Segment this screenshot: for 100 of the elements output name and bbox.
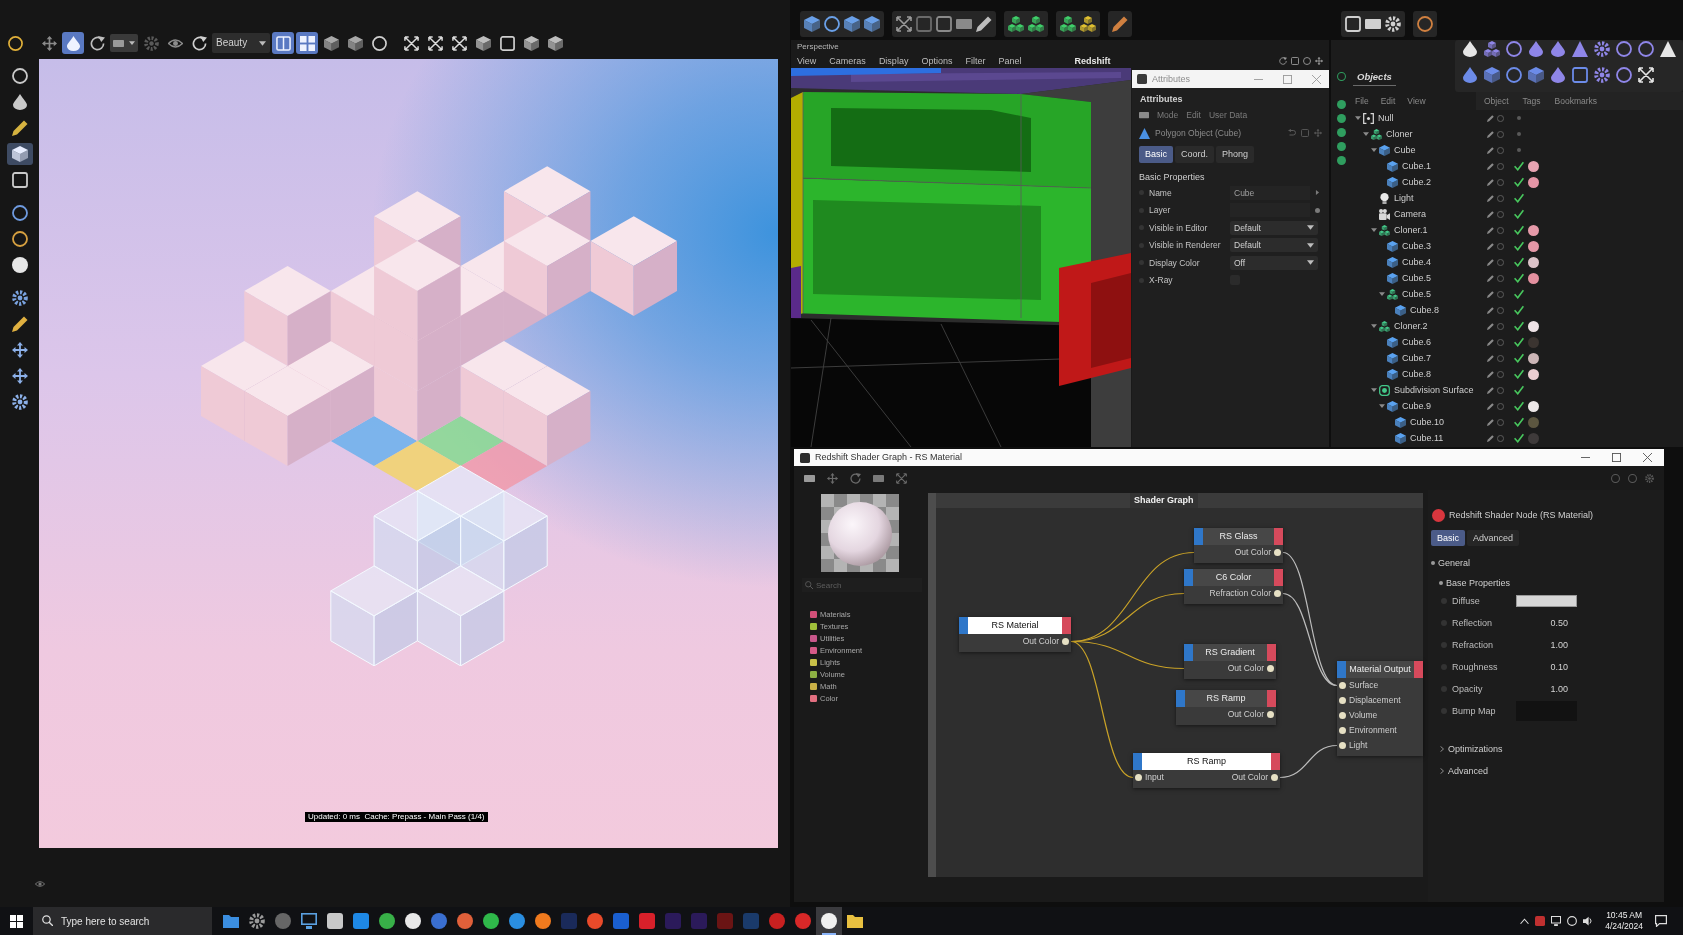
menu-item[interactable]: Edit xyxy=(1186,109,1201,121)
rotate-icon[interactable] xyxy=(850,472,861,484)
tool-button[interactable] xyxy=(296,32,318,54)
cube-icon[interactable] xyxy=(804,16,820,32)
rectangle-icon[interactable] xyxy=(804,472,815,484)
check-icon[interactable] xyxy=(1514,241,1524,251)
caret-down-icon[interactable] xyxy=(1371,323,1377,329)
port-icon[interactable] xyxy=(1339,712,1346,719)
tile-icon[interactable] xyxy=(717,913,733,929)
arrows-icon[interactable] xyxy=(896,16,912,32)
dropdown[interactable]: Default xyxy=(1230,238,1318,253)
square-icon[interactable] xyxy=(936,16,952,32)
clock-date[interactable]: 4/24/2024 xyxy=(1605,921,1643,932)
dot-icon[interactable] xyxy=(1336,100,1346,109)
caret-down-icon[interactable] xyxy=(1371,147,1377,153)
port-icon[interactable] xyxy=(1267,665,1274,672)
check-icon[interactable] xyxy=(1514,337,1524,347)
message-icon[interactable] xyxy=(1655,915,1667,927)
number-field[interactable]: 0.50 xyxy=(1516,617,1568,629)
number-field[interactable]: 1.00 xyxy=(1516,683,1568,695)
gear-icon[interactable] xyxy=(1594,40,1610,57)
node-title[interactable]: RS Ramp xyxy=(1133,753,1280,770)
dot-icon[interactable] xyxy=(1336,114,1346,123)
caret-down-icon[interactable] xyxy=(1379,291,1385,297)
object-name[interactable]: Cube.5 xyxy=(1402,288,1432,300)
menu-item[interactable]: Options xyxy=(921,55,953,67)
object-name[interactable]: Cube.5 xyxy=(1402,272,1432,284)
pen-icon[interactable] xyxy=(976,16,992,32)
check-icon[interactable] xyxy=(1514,209,1524,219)
dot-icon[interactable] xyxy=(1336,156,1346,165)
render-mode-dropdown[interactable]: Beauty xyxy=(212,33,270,53)
object-name[interactable]: Cloner.1 xyxy=(1394,224,1428,236)
cube-icon[interactable] xyxy=(844,16,860,32)
menu-item[interactable]: Tags xyxy=(1522,95,1541,107)
object-name[interactable]: Cube.9 xyxy=(1402,400,1432,412)
port-icon[interactable] xyxy=(1267,711,1274,718)
tile-icon[interactable] xyxy=(691,913,707,929)
tool-button[interactable] xyxy=(62,32,84,54)
object-name[interactable]: Light xyxy=(1394,192,1414,204)
caret-down-icon[interactable] xyxy=(1371,387,1377,393)
tab[interactable]: Basic xyxy=(1431,530,1465,546)
menu-item[interactable]: Redshift xyxy=(1074,55,1111,67)
cubes-icon[interactable] xyxy=(1484,40,1500,57)
check-icon[interactable] xyxy=(1514,225,1524,235)
ball-icon[interactable] xyxy=(1528,272,1539,284)
four-panes-icon[interactable] xyxy=(10,914,23,928)
close-icon[interactable] xyxy=(1643,453,1652,462)
check-icon[interactable] xyxy=(1514,369,1524,379)
rectangle-icon[interactable] xyxy=(873,472,884,484)
tile-icon[interactable] xyxy=(353,913,369,929)
circle-icon[interactable] xyxy=(483,913,499,929)
rectangle-icon[interactable] xyxy=(1365,16,1381,32)
menu-item[interactable]: Edit xyxy=(1380,95,1396,107)
move-icon[interactable] xyxy=(1315,57,1323,65)
cube-icon[interactable] xyxy=(1528,66,1544,83)
menu-item[interactable]: View xyxy=(1407,95,1426,107)
search-field[interactable]: Type here to search xyxy=(33,907,212,935)
triangle-icon[interactable] xyxy=(1660,40,1676,57)
menu-item[interactable]: File xyxy=(1355,95,1369,107)
port-icon[interactable] xyxy=(1339,697,1346,704)
node-title[interactable]: RS Glass xyxy=(1194,528,1283,545)
monitor-icon[interactable] xyxy=(1551,916,1562,926)
tile-icon[interactable] xyxy=(743,913,759,929)
menu-item[interactable]: Filter xyxy=(965,55,986,67)
color-swatch[interactable] xyxy=(1516,595,1577,607)
cube-icon[interactable] xyxy=(864,16,880,32)
menu-item[interactable]: Bookmarks xyxy=(1554,95,1598,107)
object-name[interactable]: Null xyxy=(1378,112,1394,124)
caret-right-icon[interactable] xyxy=(1315,190,1320,196)
check-icon[interactable] xyxy=(1514,177,1524,187)
check-icon[interactable] xyxy=(1514,321,1524,331)
cubes-icon[interactable] xyxy=(1080,16,1096,32)
number-field[interactable]: 0.10 xyxy=(1516,661,1568,673)
drop-icon[interactable] xyxy=(1550,66,1566,83)
port-icon[interactable] xyxy=(1271,774,1278,781)
cube-icon[interactable] xyxy=(1484,66,1500,83)
node-title[interactable]: C6 Color xyxy=(1184,569,1283,586)
check-icon[interactable] xyxy=(1514,273,1524,283)
menu-item[interactable]: Cameras xyxy=(829,55,866,67)
tile-icon[interactable] xyxy=(327,913,343,929)
eye-icon[interactable] xyxy=(35,879,45,890)
square-icon[interactable] xyxy=(1572,66,1588,83)
object-name[interactable]: Cube.8 xyxy=(1402,368,1432,380)
cubes-icon[interactable] xyxy=(1028,16,1044,32)
object-name[interactable]: Cube.1 xyxy=(1402,160,1432,172)
tile-icon[interactable] xyxy=(561,913,577,929)
square-icon[interactable] xyxy=(1291,57,1299,65)
caret-down-icon[interactable] xyxy=(1363,131,1369,137)
tool-button[interactable] xyxy=(6,143,33,165)
dot-icon[interactable] xyxy=(1439,581,1443,585)
chevron-right-icon[interactable] xyxy=(1439,746,1445,752)
dropdown[interactable]: Off xyxy=(1230,255,1318,270)
menu-item[interactable]: User Data xyxy=(1208,109,1248,121)
folder-icon[interactable] xyxy=(223,913,239,929)
caret-down-icon[interactable] xyxy=(1355,115,1361,121)
chevron-right-icon[interactable] xyxy=(1439,768,1445,774)
check-icon[interactable] xyxy=(1514,257,1524,267)
ball-icon[interactable] xyxy=(1528,352,1539,364)
menu-item[interactable]: Panel xyxy=(998,55,1022,67)
port-icon[interactable] xyxy=(1062,638,1069,645)
